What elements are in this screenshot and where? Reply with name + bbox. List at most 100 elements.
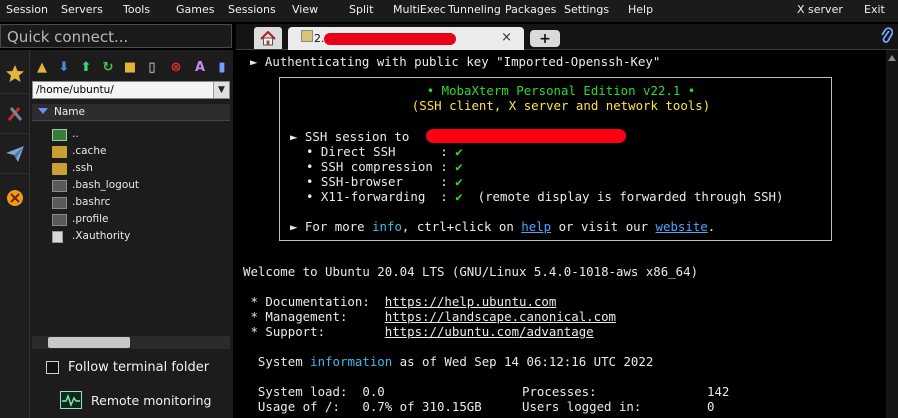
- file-row-cache[interactable]: .cache: [52, 144, 222, 160]
- tab-session-label: 2.: [314, 32, 325, 45]
- file-row-bashrc[interactable]: .bashrc: [52, 195, 222, 211]
- menu-sessions[interactable]: Sessions: [228, 3, 276, 16]
- close-tab-icon[interactable]: ×: [501, 30, 512, 45]
- paperclip-icon[interactable]: [881, 27, 894, 49]
- remote-path-field[interactable]: /home/ubuntu/ ▼: [32, 81, 230, 99]
- doc-url-link[interactable]: https://help.ubuntu.com: [385, 294, 557, 309]
- folder-icon: [52, 163, 67, 175]
- file-row-parent[interactable]: ..: [52, 127, 222, 143]
- remote-monitoring-button[interactable]: Remote monitoring: [60, 391, 211, 409]
- file-row-bash-logout[interactable]: .bash_logout: [52, 178, 222, 194]
- menu-split[interactable]: Split: [349, 3, 373, 16]
- support-url-link[interactable]: https://ubuntu.com/advantage: [385, 324, 594, 339]
- paper-plane-icon: [6, 145, 24, 162]
- menu-packages[interactable]: Packages: [505, 3, 556, 16]
- help-link[interactable]: help: [521, 219, 551, 234]
- doc-label: * Documentation:: [243, 294, 385, 309]
- home-icon: [260, 30, 276, 45]
- file-row-ssh[interactable]: .ssh: [52, 161, 222, 177]
- system-load-line: System load: 0.0: [243, 384, 385, 399]
- file-list-header[interactable]: Name: [32, 104, 230, 121]
- side-tool-strip: [0, 50, 30, 418]
- processes-label: Processes:: [522, 384, 597, 399]
- terminal-scrollbar[interactable]: [886, 50, 898, 418]
- file-name: .ssh: [72, 162, 93, 174]
- menu-games[interactable]: Games: [176, 3, 214, 16]
- mgmt-url-link[interactable]: https://landscape.canonical.com: [385, 309, 616, 324]
- menu-bar: Session Servers Tools Games Sessions Vie…: [0, 0, 898, 22]
- file-row-xauthority[interactable]: .Xauthority: [52, 229, 222, 245]
- download-icon[interactable]: ⬇: [56, 59, 72, 75]
- delete-icon[interactable]: ⊗: [168, 59, 184, 75]
- feature-label: • Direct SSH :: [306, 144, 448, 159]
- doc-line: * Documentation: https://help.ubuntu.com: [243, 294, 556, 309]
- file-name: .Xauthority: [72, 230, 131, 242]
- more-info-line: ► For more info, ctrl+click on help or v…: [290, 219, 715, 234]
- more-end: .: [707, 219, 716, 234]
- up-folder-icon: [52, 129, 67, 141]
- new-file-icon[interactable]: ▯: [144, 59, 160, 75]
- sysinfo-line: System information as of Wed Sep 14 06:1…: [243, 354, 653, 369]
- scroll-up-icon[interactable]: [886, 53, 898, 63]
- sort-arrow-icon: [38, 108, 48, 114]
- home-tab[interactable]: [254, 27, 282, 49]
- menu-tools[interactable]: Tools: [123, 3, 150, 16]
- auth-text: Authenticating with public key "Imported…: [264, 54, 661, 69]
- folder-icon: [52, 146, 67, 158]
- more-mid: , ctrl+click on: [401, 219, 522, 234]
- feature-ssh-compression: • SSH compression : ✔: [306, 159, 463, 174]
- menu-settings[interactable]: Settings: [564, 3, 609, 16]
- parent-folder-icon[interactable]: ▲: [34, 59, 50, 75]
- welcome-line: Welcome to Ubuntu 20.04 LTS (GNU/Linux 5…: [243, 264, 699, 279]
- follow-terminal-folder-toggle[interactable]: Follow terminal folder: [46, 360, 209, 375]
- star-icon: [6, 64, 24, 82]
- sftp-button[interactable]: [0, 134, 30, 174]
- column-name-label: Name: [54, 106, 85, 118]
- file-name: ..: [72, 128, 79, 140]
- quick-connect-input[interactable]: Quick connect...: [0, 24, 232, 48]
- ssh-session-line: ► SSH session to: [290, 129, 410, 144]
- feature-label: • X11-forwarding :: [306, 189, 448, 204]
- tools-button[interactable]: [0, 94, 30, 134]
- banner-title: • MobaXterm Personal Edition v22.1 •: [426, 83, 696, 98]
- upload-icon[interactable]: ⬆: [78, 59, 94, 75]
- tab-ssh-session[interactable]: 2. ×: [288, 27, 524, 50]
- session-key-icon: [301, 30, 313, 42]
- website-link[interactable]: website: [656, 219, 708, 234]
- more-mid2: or visit our: [551, 219, 656, 234]
- terminal-output[interactable]: ► Authenticating with public key "Import…: [236, 50, 898, 418]
- menu-x-server[interactable]: X server: [797, 3, 843, 16]
- follow-terminal-checkbox[interactable]: [46, 361, 59, 374]
- info-link[interactable]: info: [372, 219, 402, 234]
- sftp-browser-panel: ▲ ⬇ ⬆ ↻ ■ ▯ ⊗ A ▮ /home/ubuntu/ ▼ Name .…: [30, 50, 233, 418]
- horizontal-scrollbar-thumb[interactable]: [48, 337, 130, 348]
- processes-value: 142: [707, 384, 730, 399]
- file-name: .cache: [72, 145, 107, 157]
- users-label: Users logged in:: [522, 399, 642, 414]
- menu-session[interactable]: Session: [6, 3, 48, 16]
- properties-icon[interactable]: ▮: [214, 59, 230, 75]
- monitor-icon: [60, 391, 82, 409]
- tools-icon: [7, 106, 23, 121]
- auth-line: ► Authenticating with public key "Import…: [250, 54, 661, 69]
- rename-icon[interactable]: A: [192, 59, 208, 75]
- new-tab-button[interactable]: +: [530, 30, 560, 47]
- sysinfo-word: information: [310, 354, 393, 369]
- path-dropdown-icon[interactable]: ▼: [213, 82, 229, 98]
- menu-view[interactable]: View: [292, 3, 318, 16]
- menu-tunneling[interactable]: Tunneling: [448, 3, 501, 16]
- menu-multiexec[interactable]: MultiExec: [393, 3, 446, 16]
- feature-ssh-browser: • SSH-browser : ✔: [306, 174, 463, 189]
- mgmt-line: * Management: https://landscape.canonica…: [243, 309, 616, 324]
- sessions-star-button[interactable]: [0, 54, 30, 94]
- menu-exit[interactable]: Exit: [864, 3, 885, 16]
- file-name: .bashrc: [72, 196, 111, 208]
- document-icon: [52, 231, 63, 243]
- menu-servers[interactable]: Servers: [61, 3, 103, 16]
- menu-help[interactable]: Help: [628, 3, 653, 16]
- refresh-icon[interactable]: ↻: [100, 59, 116, 75]
- file-row-profile[interactable]: .profile: [52, 212, 222, 228]
- usage-line: Usage of /: 0.7% of 310.15GB: [243, 399, 482, 414]
- xserver-button[interactable]: [0, 178, 30, 218]
- new-folder-icon[interactable]: ■: [122, 59, 138, 75]
